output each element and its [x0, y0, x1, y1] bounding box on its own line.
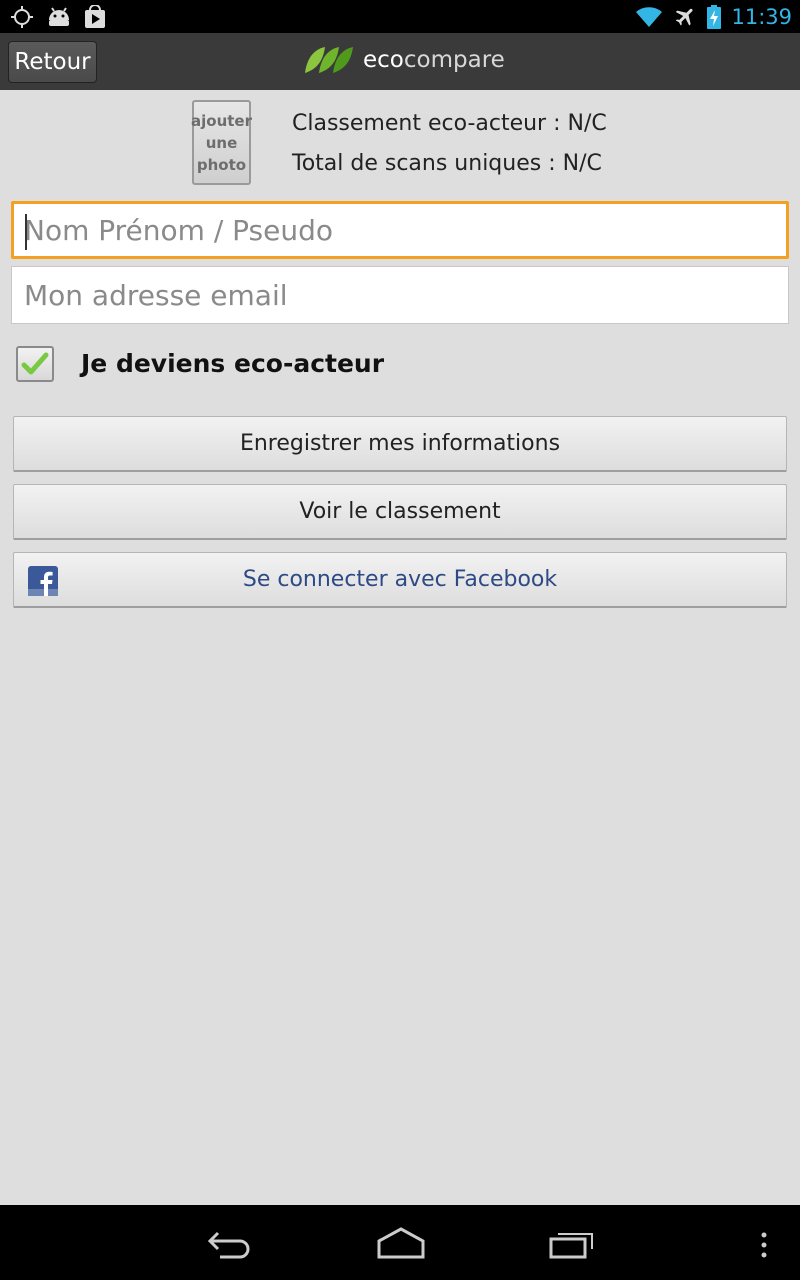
navigation-bar — [0, 1205, 800, 1280]
airplane-icon — [676, 8, 693, 25]
facebook-connect-button[interactable]: Se connecter avec Facebook — [13, 552, 787, 608]
wifi-icon — [636, 6, 663, 27]
photo-label-line1: ajouter — [191, 111, 252, 130]
eco-actor-checkbox[interactable] — [16, 346, 54, 382]
unique-scans-total: Total de scans uniques : N/C — [292, 151, 602, 176]
app-logo: ecocompare — [303, 45, 505, 75]
save-info-button[interactable]: Enregistrer mes informations — [13, 416, 787, 472]
action-bar: Retour ecocompare — [0, 33, 800, 90]
play-store-icon — [85, 4, 105, 28]
email-field-container — [11, 266, 789, 324]
home-icon[interactable] — [376, 1225, 426, 1261]
name-field-container — [11, 201, 789, 259]
email-input[interactable] — [12, 267, 788, 323]
status-bar: 11:39 — [0, 0, 800, 33]
add-photo-button[interactable]: ajouter une photo — [191, 100, 252, 185]
clock: 11:39 — [731, 4, 792, 29]
menu-icon[interactable] — [758, 1231, 770, 1259]
leaf-logo-icon — [305, 47, 353, 73]
back-icon[interactable] — [206, 1225, 254, 1261]
photo-label-line3: photo — [196, 155, 247, 174]
android-icon — [49, 6, 69, 26]
recent-apps-icon[interactable] — [548, 1225, 596, 1261]
back-button[interactable]: Retour — [8, 41, 97, 83]
logo-text-eco: eco — [363, 47, 404, 73]
eco-actor-ranking: Classement eco-acteur : N/C — [292, 111, 607, 136]
facebook-connect-label: Se connecter avec Facebook — [242, 567, 558, 592]
photo-label-line2: une — [205, 133, 238, 152]
text-cursor — [25, 214, 27, 250]
eco-actor-checkbox-label[interactable]: Je deviens eco-acteur — [81, 349, 384, 378]
view-ranking-button[interactable]: Voir le classement — [13, 484, 787, 540]
gps-icon — [11, 5, 33, 28]
checkmark-icon — [21, 352, 49, 375]
name-pseudo-input[interactable] — [14, 204, 786, 256]
facebook-icon — [28, 566, 58, 596]
battery-charging-icon — [707, 4, 722, 29]
logo-text-compare: compare — [403, 47, 505, 73]
